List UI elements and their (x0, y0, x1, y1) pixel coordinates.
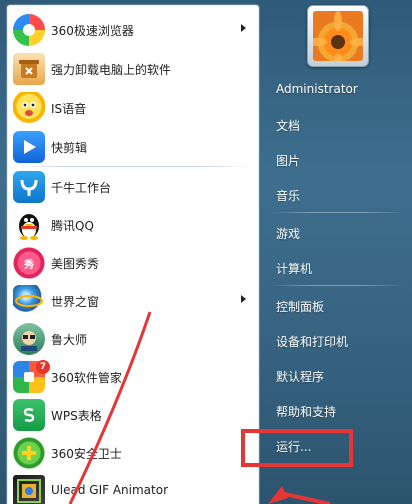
program-360-security[interactable]: 360安全卫士 (7, 434, 259, 472)
program-label: WPS表格 (51, 409, 102, 423)
menu-separator (17, 166, 251, 167)
program-label: 360安全卫士 (51, 447, 122, 461)
control-panel-link[interactable]: 控制面板 (276, 298, 324, 315)
submenu-arrow-icon (241, 24, 246, 32)
ludashi-icon (13, 323, 45, 355)
program-360-software-manager[interactable]: 7 360软件管家 (7, 358, 259, 396)
menu-separator (270, 285, 404, 286)
submenu-arrow-icon (241, 295, 246, 303)
program-meitu[interactable]: 秀 美图秀秀 (7, 244, 259, 282)
is-voice-icon (13, 92, 45, 124)
flower-picture-icon (313, 11, 363, 61)
games-link[interactable]: 游戏 (276, 225, 300, 242)
program-label: 360极速浏览器 (51, 24, 134, 38)
programs-pane: 360极速浏览器 强力卸载电脑上的软件 IS语音 快剪辑 千牛工作台 腾讯QQ (6, 4, 260, 504)
program-label: 千牛工作台 (51, 181, 112, 195)
program-is-voice[interactable]: IS语音 (7, 89, 259, 127)
meitu-icon: 秀 (13, 247, 45, 279)
program-label: 鲁大师 (51, 333, 88, 347)
program-wps-spreadsheet[interactable]: WPS表格 (7, 396, 259, 434)
default-programs-link[interactable]: 默认程序 (276, 368, 324, 385)
pictures-link[interactable]: 图片 (276, 152, 300, 169)
devices-printers-link[interactable]: 设备和打印机 (276, 333, 348, 350)
uninstall-icon (13, 53, 45, 85)
program-label: 腾讯QQ (51, 219, 94, 233)
help-support-link[interactable]: 帮助和支持 (276, 403, 336, 420)
gif-animator-icon (13, 475, 45, 504)
qianniu-icon (13, 171, 45, 203)
program-qq[interactable]: 腾讯QQ (7, 206, 259, 244)
wps-spreadsheet-icon (13, 399, 45, 431)
program-theworld[interactable]: 世界之窗 (7, 282, 259, 320)
program-ludashi[interactable]: 鲁大师 (7, 320, 259, 358)
program-label: IS语音 (51, 102, 87, 116)
program-label: 美图秀秀 (51, 257, 100, 271)
program-gif-animator[interactable]: Ulead GIF Animator (7, 472, 259, 504)
video-editor-icon (13, 131, 45, 163)
documents-link[interactable]: 文档 (276, 117, 300, 134)
program-label: 360软件管家 (51, 371, 122, 385)
360-browser-icon (13, 14, 45, 46)
program-360-browser[interactable]: 360极速浏览器 (7, 11, 259, 49)
menu-separator (270, 212, 404, 213)
program-label: Ulead GIF Animator (51, 483, 169, 497)
qq-penguin-icon (13, 209, 45, 241)
program-uninstall[interactable]: 强力卸载电脑上的软件 (7, 50, 259, 88)
run-highlight-box (241, 429, 353, 467)
program-label: 世界之窗 (51, 295, 100, 309)
notification-badge: 7 (36, 360, 50, 374)
program-video-editor[interactable]: 快剪辑 (7, 128, 259, 166)
theworld-browser-icon (13, 285, 45, 317)
program-qianniu[interactable]: 千牛工作台 (7, 168, 259, 206)
program-label: 快剪辑 (51, 141, 88, 155)
music-link[interactable]: 音乐 (276, 187, 300, 204)
user-name-link[interactable]: Administrator (276, 82, 358, 96)
user-avatar[interactable] (307, 5, 369, 67)
program-label: 强力卸载电脑上的软件 (51, 63, 172, 77)
360-security-icon (13, 437, 45, 469)
computer-link[interactable]: 计算机 (276, 260, 312, 277)
